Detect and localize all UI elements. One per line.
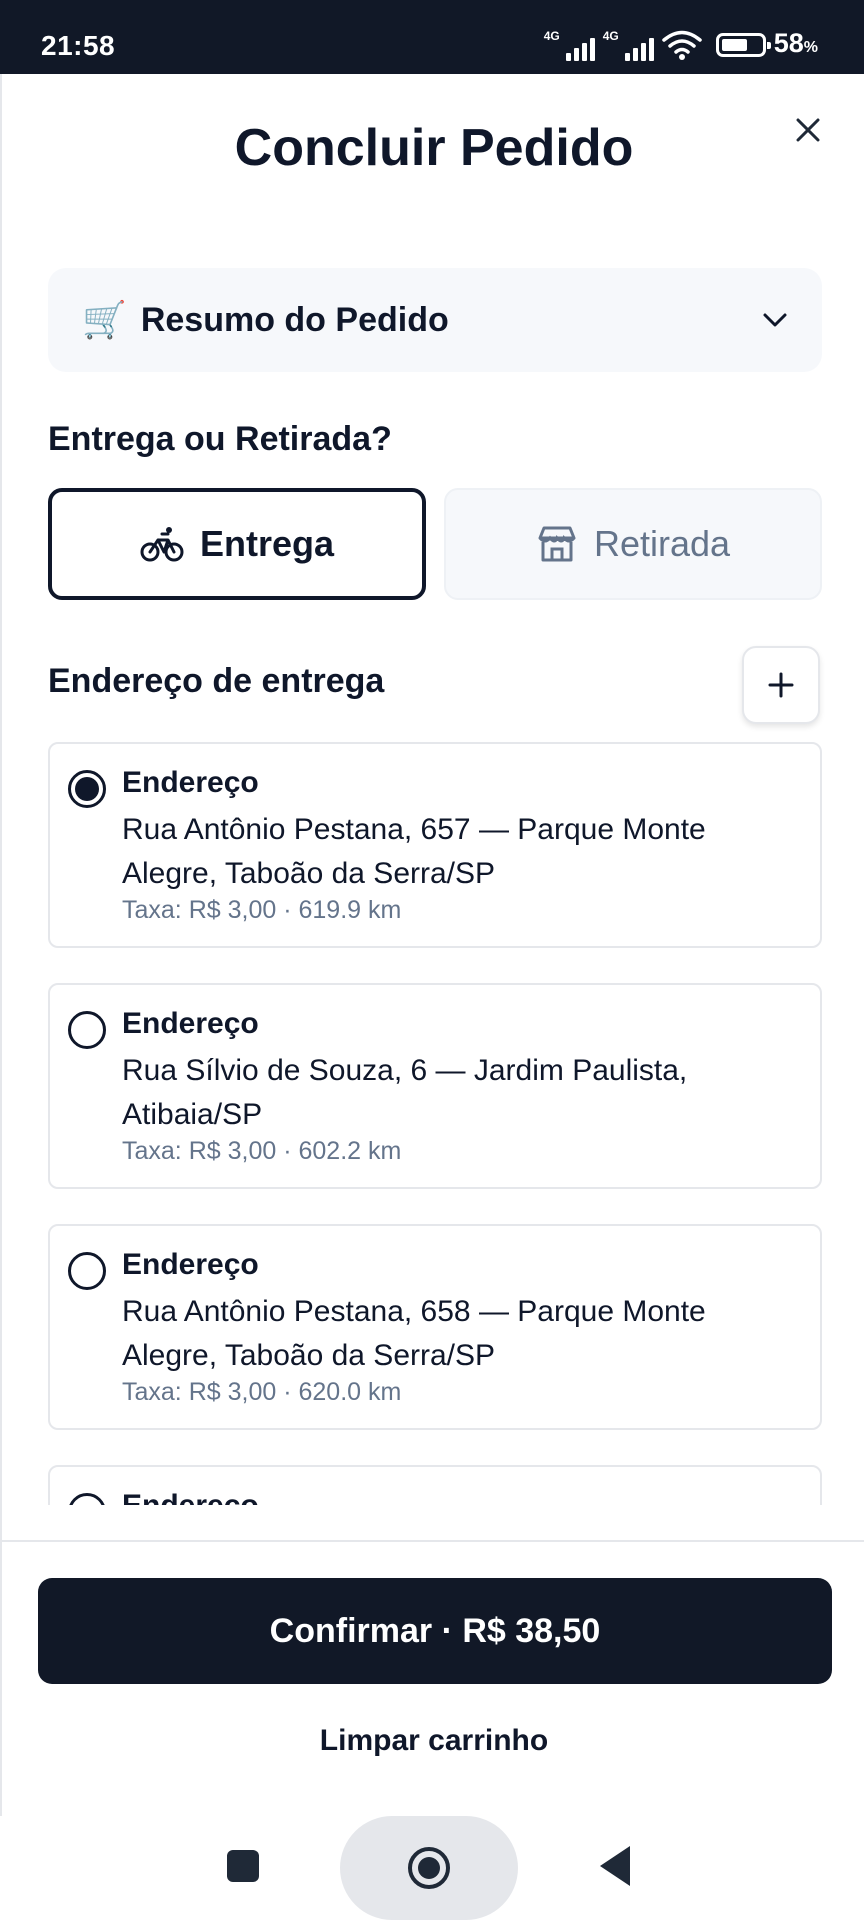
add-address-button[interactable] [742, 646, 820, 724]
address-title: Endereço [122, 1248, 259, 1281]
wifi-icon [661, 30, 702, 60]
back-icon[interactable] [600, 1846, 630, 1886]
address-title: Endereço [122, 1489, 259, 1505]
address-radio[interactable] [68, 1011, 106, 1049]
network-type-2: 4G [602, 29, 619, 43]
address-line: Rua Antônio Pestana, 658 — Parque Monte … [122, 1295, 706, 1372]
address-line: Rua Antônio Pestana, 657 — Parque Monte … [122, 813, 706, 890]
address-radio[interactable] [68, 1493, 106, 1505]
address-line: Rua Sílvio de Souza, 6 — Jardim Paulista… [122, 1054, 688, 1131]
network-type-1: 4G [543, 29, 560, 43]
chevron-down-icon [763, 313, 787, 327]
address-card[interactable]: Endereço [48, 1465, 822, 1505]
system-nav-bar [0, 1816, 864, 1920]
address-title: Endereço [122, 1007, 259, 1040]
recent-apps-icon[interactable] [227, 1850, 259, 1882]
address-fee: Taxa: R$ 3,00 · 619.9 km [122, 896, 402, 924]
address-radio[interactable] [68, 1252, 106, 1290]
address-list[interactable]: Endereço Rua Antônio Pestana, 657 — Parq… [48, 742, 822, 1505]
status-bar: 21:58 4G 4G 58% [0, 0, 864, 74]
order-summary-toggle[interactable]: 🛒 Resumo do Pedido [48, 268, 822, 372]
status-icons: 4G 4G 58% [544, 27, 818, 61]
store-icon [538, 526, 576, 562]
address-card[interactable]: Endereço Rua Antônio Pestana, 657 — Parq… [48, 742, 822, 948]
pickup-option-button[interactable]: Retirada [444, 488, 822, 600]
battery-icon [715, 33, 771, 57]
clear-cart-button[interactable]: Limpar carrinho [2, 1724, 864, 1758]
address-fee: Taxa: R$ 3,00 · 620.0 km [122, 1378, 402, 1406]
delivery-option-button[interactable]: Entrega [48, 488, 426, 600]
delivery-option-label: Entrega [199, 523, 335, 564]
close-icon [796, 118, 820, 142]
home-button[interactable] [340, 1816, 518, 1920]
order-summary-label: Resumo do Pedido [140, 300, 449, 339]
footer-divider [2, 1540, 864, 1542]
bicycle-icon [140, 527, 184, 562]
address-title: Endereço [122, 766, 259, 799]
confirm-order-button[interactable]: Confirmar · R$ 38,50 [38, 1578, 832, 1684]
address-section-title: Endereço de entrega [48, 662, 385, 700]
battery-percent: 58% [773, 28, 818, 58]
home-icon [408, 1847, 450, 1889]
plus-icon [768, 672, 794, 698]
page-title: Concluir Pedido [234, 119, 634, 177]
address-card[interactable]: Endereço Rua Sílvio de Souza, 6 — Jardim… [48, 983, 822, 1189]
signal-icon: 4G [544, 29, 595, 61]
delivery-mode-question: Entrega ou Retirada? [48, 420, 392, 458]
close-button[interactable] [786, 108, 830, 152]
address-radio[interactable] [68, 770, 106, 808]
status-time: 21:58 [41, 30, 116, 61]
signal-icon: 4G [603, 29, 654, 61]
address-fee: Taxa: R$ 3,00 · 602.2 km [122, 1137, 402, 1165]
checkout-sheet: Concluir Pedido 🛒 Resumo do Pedido Entre… [0, 74, 864, 1816]
pickup-option-label: Retirada [593, 523, 731, 564]
address-card[interactable]: Endereço Rua Antônio Pestana, 658 — Parq… [48, 1224, 822, 1430]
cart-icon: 🛒 [82, 299, 127, 340]
